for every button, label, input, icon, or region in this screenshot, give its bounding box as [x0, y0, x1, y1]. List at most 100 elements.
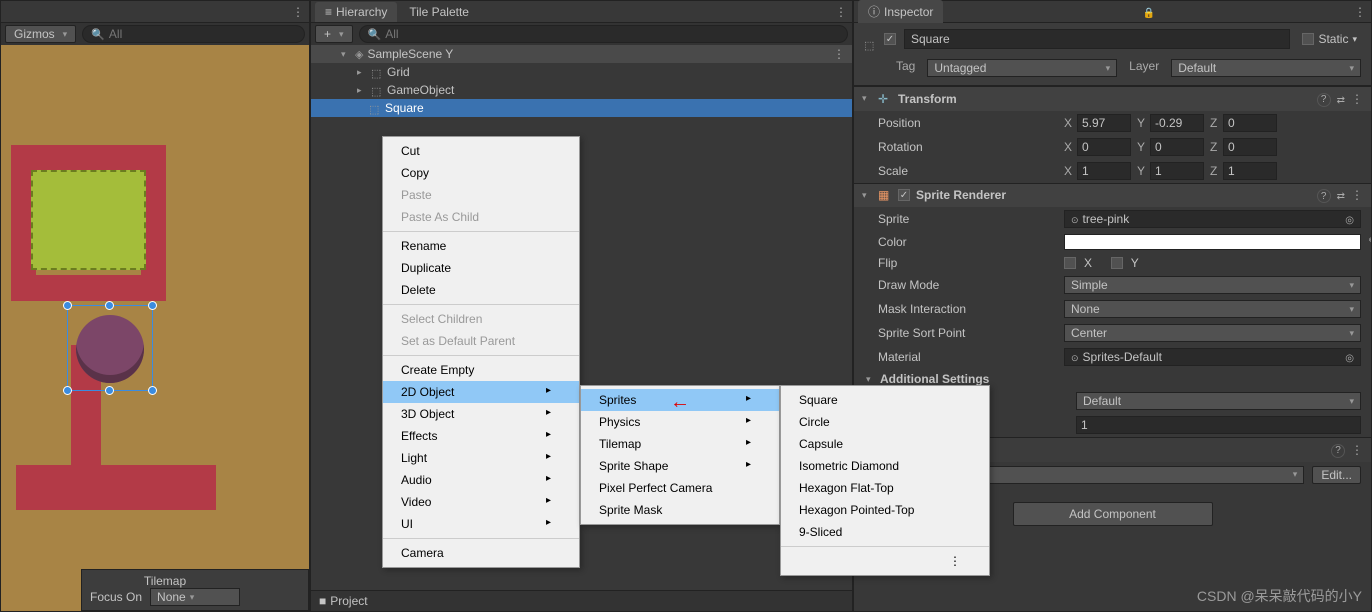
- tab-inspector[interactable]: ⓘ Inspector: [858, 0, 943, 23]
- component-menu-icon[interactable]: [1351, 92, 1363, 106]
- active-checkbox[interactable]: [884, 33, 896, 45]
- ctx-duplicate[interactable]: Duplicate: [383, 257, 579, 279]
- static-checkbox[interactable]: [1302, 33, 1314, 45]
- ctx-hexagon-pointed-top[interactable]: Hexagon Pointed-Top: [781, 499, 989, 521]
- ctx-paste-child: Paste As Child: [383, 206, 579, 228]
- focus-label: Focus On: [90, 590, 142, 604]
- gameobject-icon: [864, 33, 876, 45]
- ctx-light[interactable]: Light: [383, 447, 579, 469]
- context-menu[interactable]: Cut Copy Paste Paste As Child Rename Dup…: [382, 136, 580, 568]
- ctx-sprite-mask[interactable]: Sprite Mask: [581, 499, 779, 521]
- panel-menu-icon[interactable]: ⋮: [292, 5, 305, 19]
- gizmos-dropdown[interactable]: Gizmos: [5, 25, 76, 43]
- ctx-ui[interactable]: UI: [383, 513, 579, 535]
- tree-item-grid[interactable]: ▸Grid: [311, 63, 852, 81]
- annotation-arrow: ←: [670, 391, 690, 414]
- tab-tile-palette[interactable]: Tile Palette: [399, 2, 479, 22]
- rot-x-input[interactable]: 0: [1077, 138, 1131, 156]
- hierarchy-search[interactable]: 🔍 All: [359, 25, 848, 43]
- scene-view[interactable]: Tilemap Focus On None: [1, 45, 309, 611]
- pos-z-input[interactable]: 0: [1223, 114, 1277, 132]
- ctx-create-empty[interactable]: Create Empty: [383, 359, 579, 381]
- scale-y-input[interactable]: 1: [1150, 162, 1204, 180]
- lock-icon[interactable]: [1142, 5, 1154, 19]
- focus-dropdown[interactable]: None: [150, 588, 240, 606]
- context-submenu-sprites[interactable]: Square Circle Capsule Isometric Diamond …: [780, 385, 990, 576]
- sprite-renderer-header[interactable]: ▾Sprite Renderer: [854, 183, 1371, 208]
- ctx-isometric-diamond[interactable]: Isometric Diamond: [781, 455, 989, 477]
- ctx-audio[interactable]: Audio: [383, 469, 579, 491]
- component-enabled-checkbox[interactable]: [898, 189, 910, 201]
- help-icon[interactable]: [1317, 188, 1331, 204]
- tree-item-square[interactable]: Square: [311, 99, 852, 117]
- drawmode-label: Draw Mode: [878, 278, 1058, 292]
- layer-dropdown[interactable]: Default: [1171, 59, 1361, 77]
- ctx-camera[interactable]: Camera: [383, 542, 579, 564]
- panel-menu-icon[interactable]: ⋮: [1354, 5, 1367, 19]
- pos-y-input[interactable]: -0.29: [1150, 114, 1204, 132]
- rot-y-input[interactable]: 0: [1150, 138, 1204, 156]
- ctx-square[interactable]: Square: [781, 389, 989, 411]
- help-icon[interactable]: [1331, 442, 1345, 458]
- scene-panel: ⋮ Gizmos 🔍 All Tilemap Focus On None: [0, 0, 310, 612]
- ctx-3d-object[interactable]: 3D Object: [383, 403, 579, 425]
- ctx-physics[interactable]: Physics: [581, 411, 779, 433]
- help-icon[interactable]: [1317, 91, 1331, 107]
- add-component-button[interactable]: Add Component: [1013, 502, 1213, 526]
- ctx-copy[interactable]: Copy: [383, 162, 579, 184]
- flip-x-checkbox[interactable]: [1064, 257, 1076, 269]
- sortpoint-dropdown[interactable]: Center: [1064, 324, 1361, 342]
- mask-dropdown[interactable]: None: [1064, 300, 1361, 318]
- scene-search[interactable]: 🔍 All: [82, 25, 305, 43]
- pos-x-input[interactable]: 5.97: [1077, 114, 1131, 132]
- ctx-sprite-shape[interactable]: Sprite Shape: [581, 455, 779, 477]
- ctx-rename[interactable]: Rename: [383, 235, 579, 257]
- sprite-renderer-icon: [878, 188, 892, 202]
- ctx-9-sliced[interactable]: 9-Sliced: [781, 521, 989, 543]
- ctx-more[interactable]: ⋮: [781, 550, 989, 572]
- material-field[interactable]: Sprites-Default: [1064, 348, 1361, 366]
- ctx-effects[interactable]: Effects: [383, 425, 579, 447]
- sprite-field[interactable]: tree-pink: [1064, 210, 1361, 228]
- sortpoint-label: Sprite Sort Point: [878, 326, 1058, 340]
- tree-item-gameobject[interactable]: ▸GameObject: [311, 81, 852, 99]
- project-tab[interactable]: ■ Project: [311, 590, 852, 611]
- drawmode-dropdown[interactable]: Simple: [1064, 276, 1361, 294]
- preset-icon[interactable]: [1337, 92, 1345, 106]
- ctx-2d-object[interactable]: 2D Object: [383, 381, 579, 403]
- create-dropdown[interactable]: +: [315, 25, 353, 43]
- component-menu-icon[interactable]: [1351, 443, 1363, 457]
- order-input[interactable]: 1: [1076, 416, 1361, 434]
- object-name-input[interactable]: Square: [904, 29, 1290, 49]
- tag-dropdown[interactable]: Untagged: [927, 59, 1117, 77]
- scene-row[interactable]: ▾ SampleScene Y ⋮: [311, 45, 852, 63]
- ctx-cut[interactable]: Cut: [383, 140, 579, 162]
- scale-z-input[interactable]: 1: [1223, 162, 1277, 180]
- rot-z-input[interactable]: 0: [1223, 138, 1277, 156]
- ctx-circle[interactable]: Circle: [781, 411, 989, 433]
- rotation-label: Rotation: [878, 140, 1058, 154]
- color-field[interactable]: [1064, 234, 1361, 250]
- gameobject-icon: [371, 84, 383, 96]
- edit-button[interactable]: Edit...: [1312, 466, 1361, 484]
- preset-icon[interactable]: [1337, 188, 1345, 202]
- scale-x-input[interactable]: 1: [1077, 162, 1131, 180]
- unity-icon: [355, 47, 363, 61]
- ctx-pixel-perfect-camera[interactable]: Pixel Perfect Camera: [581, 477, 779, 499]
- ctx-hexagon-flat-top[interactable]: Hexagon Flat-Top: [781, 477, 989, 499]
- flip-y-checkbox[interactable]: [1111, 257, 1123, 269]
- ctx-video[interactable]: Video: [383, 491, 579, 513]
- sorting-layer-dropdown[interactable]: Default: [1076, 392, 1361, 410]
- ctx-capsule[interactable]: Capsule: [781, 433, 989, 455]
- transform-header[interactable]: ▾Transform: [854, 86, 1371, 111]
- ctx-paste: Paste: [383, 184, 579, 206]
- ctx-tilemap[interactable]: Tilemap: [581, 433, 779, 455]
- panel-menu-icon[interactable]: ⋮: [835, 5, 848, 19]
- ctx-delete[interactable]: Delete: [383, 279, 579, 301]
- selection-gizmo[interactable]: [67, 305, 153, 391]
- scene-menu-icon[interactable]: ⋮: [833, 47, 846, 61]
- tab-hierarchy[interactable]: ≡ Hierarchy: [315, 2, 397, 22]
- component-menu-icon[interactable]: [1351, 188, 1363, 202]
- flip-label: Flip: [878, 256, 1058, 270]
- gameobject-icon: [369, 102, 381, 114]
